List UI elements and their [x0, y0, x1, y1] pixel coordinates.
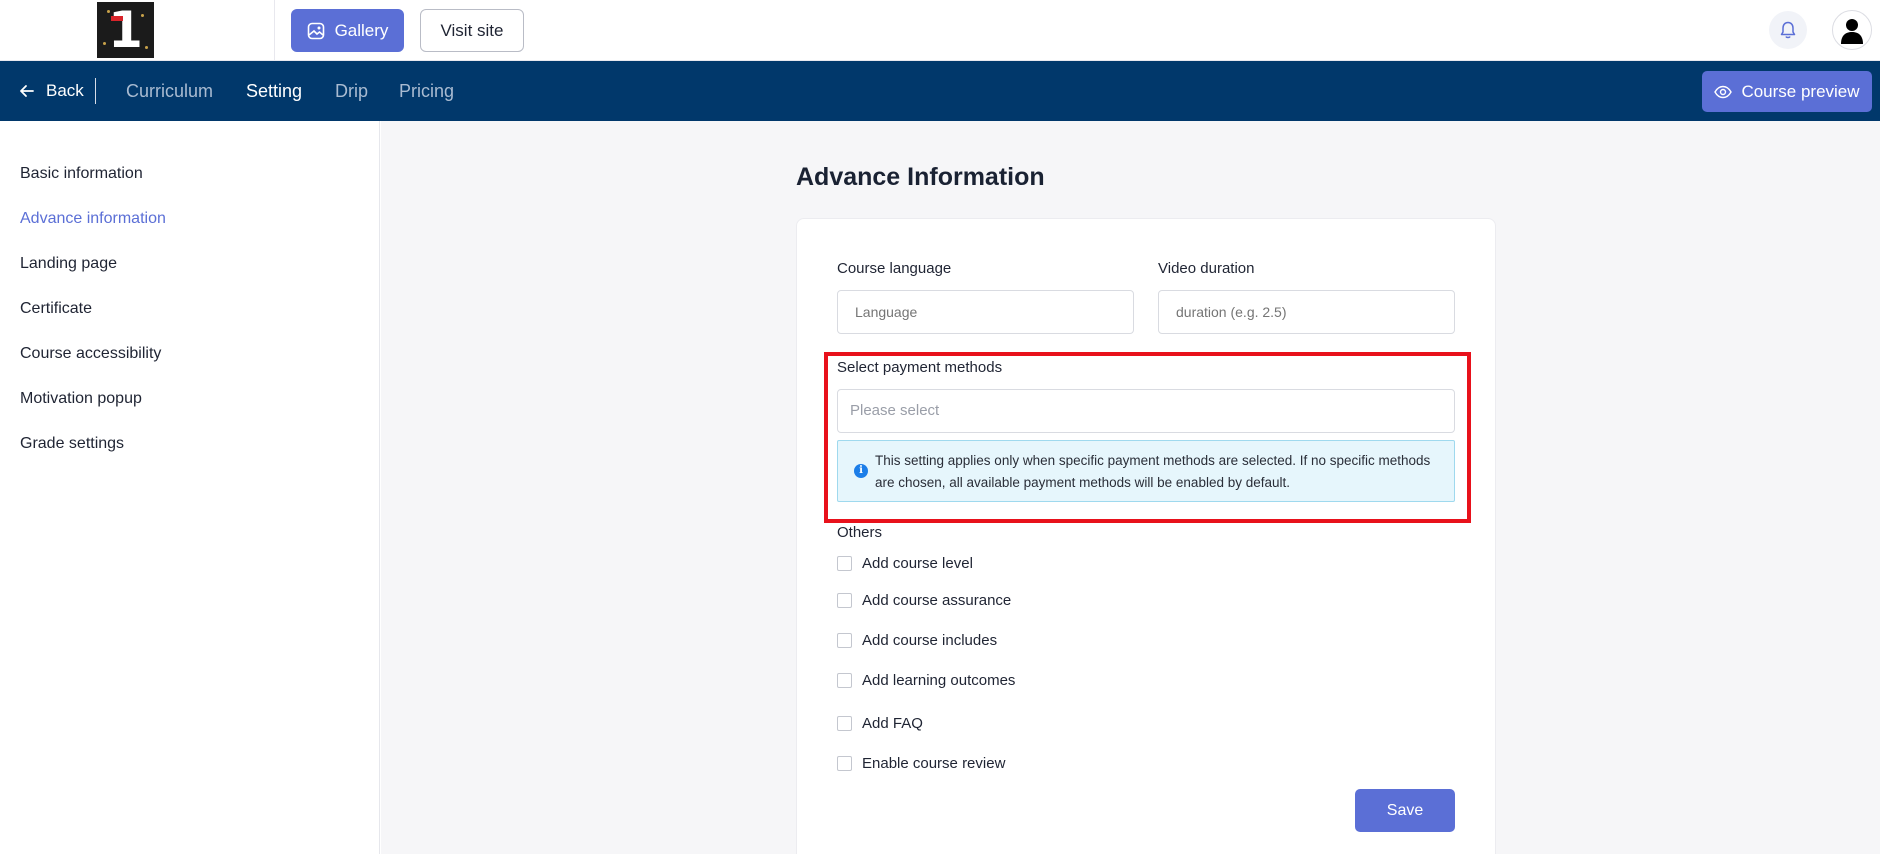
- add-course-includes-option[interactable]: Add course includes: [837, 632, 997, 649]
- logo-speck: [141, 14, 144, 17]
- tab-setting[interactable]: Setting: [246, 61, 302, 121]
- logo-speck: [145, 46, 148, 49]
- logo-speck: [103, 42, 106, 45]
- info-icon: i: [854, 464, 868, 478]
- payment-methods-select[interactable]: Please select: [837, 389, 1455, 433]
- sidebar-item-advance-information[interactable]: Advance information: [20, 210, 166, 228]
- add-course-assurance-checkbox[interactable]: [837, 593, 852, 608]
- add-learning-outcomes-checkbox[interactable]: [837, 673, 852, 688]
- logo-speck: [107, 10, 110, 13]
- page-title: Advance Information: [796, 163, 1045, 191]
- bell-icon: [1780, 21, 1796, 39]
- sidebar-item-certificate[interactable]: Certificate: [20, 300, 92, 318]
- back-label: Back: [46, 81, 84, 100]
- course-language-label: Course language: [837, 260, 952, 277]
- nav-divider: [95, 78, 96, 104]
- course-nav-bar: Back Curriculum Setting Drip Pricing Cou…: [0, 61, 1880, 121]
- add-course-level-label: Add course level: [862, 555, 973, 572]
- enable-course-review-label: Enable course review: [862, 755, 1006, 772]
- add-learning-outcomes-label: Add learning outcomes: [862, 672, 1016, 689]
- arrow-left-icon: [20, 85, 34, 97]
- logo-accent: [111, 16, 123, 21]
- tab-drip[interactable]: Drip: [335, 61, 368, 121]
- payment-methods-label: Select payment methods: [837, 359, 1003, 376]
- add-faq-checkbox[interactable]: [837, 716, 852, 731]
- course-preview-button[interactable]: Course preview: [1702, 71, 1872, 112]
- eye-icon: [1714, 85, 1733, 98]
- save-button[interactable]: Save: [1355, 789, 1455, 832]
- gallery-button-label: Gallery: [334, 20, 389, 40]
- settings-sidebar: Basic information Advance information La…: [0, 121, 380, 854]
- payment-info-alert: i This setting applies only when specifi…: [837, 440, 1455, 502]
- course-preview-label: Course preview: [1741, 81, 1860, 101]
- user-avatar[interactable]: [1832, 10, 1872, 50]
- notifications-button[interactable]: [1769, 11, 1807, 49]
- course-language-input[interactable]: [837, 290, 1134, 334]
- tab-curriculum[interactable]: Curriculum: [126, 61, 213, 121]
- back-button[interactable]: Back: [18, 61, 84, 121]
- payment-info-text: This setting applies only when specific …: [875, 453, 1431, 490]
- enable-course-review-option[interactable]: Enable course review: [837, 755, 1005, 772]
- logo-glyph: 1: [108, 2, 143, 58]
- site-logo[interactable]: 1: [97, 2, 154, 58]
- sidebar-item-course-accessibility[interactable]: Course accessibility: [20, 345, 161, 363]
- others-label: Others: [837, 524, 883, 541]
- enable-course-review-checkbox[interactable]: [837, 756, 852, 771]
- top-bar: 1 Gallery Visit site: [0, 0, 1880, 61]
- sidebar-item-basic-information[interactable]: Basic information: [20, 165, 143, 183]
- add-course-assurance-label: Add course assurance: [862, 592, 1012, 609]
- sidebar-item-landing-page[interactable]: Landing page: [20, 255, 117, 273]
- user-icon: [1841, 19, 1863, 44]
- visit-site-button[interactable]: Visit site: [420, 9, 524, 52]
- add-learning-outcomes-option[interactable]: Add learning outcomes: [837, 672, 1015, 689]
- video-duration-label: Video duration: [1158, 260, 1255, 277]
- add-course-assurance-option[interactable]: Add course assurance: [837, 592, 1011, 609]
- header-divider: [274, 0, 275, 61]
- video-duration-input[interactable]: [1158, 290, 1455, 334]
- gallery-icon: [307, 22, 324, 39]
- add-faq-option[interactable]: Add FAQ: [837, 715, 923, 732]
- add-course-includes-label: Add course includes: [862, 632, 998, 649]
- add-faq-label: Add FAQ: [862, 715, 923, 732]
- add-course-level-option[interactable]: Add course level: [837, 555, 973, 572]
- sidebar-item-motivation-popup[interactable]: Motivation popup: [20, 390, 142, 408]
- add-course-includes-checkbox[interactable]: [837, 633, 852, 648]
- tab-pricing[interactable]: Pricing: [399, 61, 454, 121]
- gallery-button[interactable]: Gallery: [291, 9, 404, 52]
- sidebar-item-grade-settings[interactable]: Grade settings: [20, 435, 124, 453]
- add-course-level-checkbox[interactable]: [837, 556, 852, 571]
